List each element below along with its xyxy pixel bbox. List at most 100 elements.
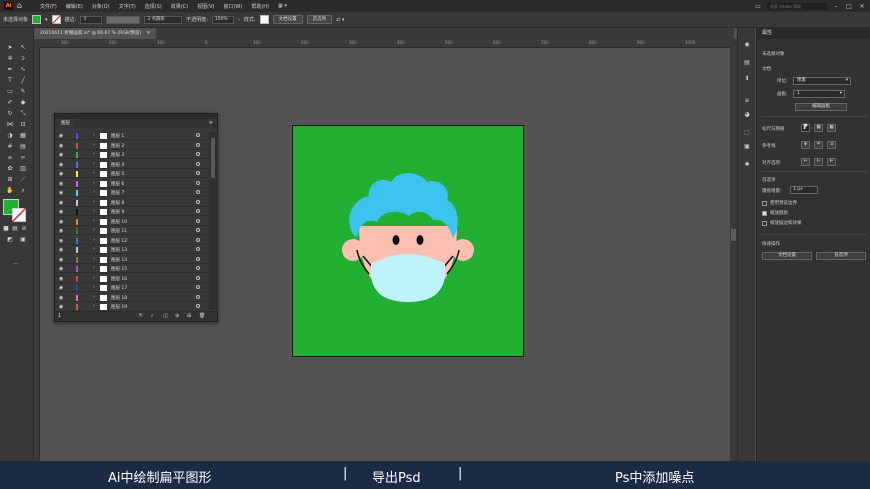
- layer-target-icon[interactable]: [196, 161, 200, 166]
- expand-arrow-icon[interactable]: ›: [93, 294, 95, 300]
- eye-icon[interactable]: ◉: [59, 181, 63, 187]
- brush-definition-dropdown[interactable]: 3 点圆形: [144, 15, 183, 24]
- expand-arrow-icon[interactable]: ›: [93, 161, 95, 167]
- expand-arrow-icon[interactable]: ›: [93, 170, 95, 176]
- clipping-mask-icon[interactable]: ◫: [163, 313, 168, 319]
- eye-icon[interactable]: ◉: [59, 304, 63, 310]
- layer-target-icon[interactable]: [196, 218, 200, 223]
- transparency-grid-icon[interactable]: ▩: [827, 124, 836, 132]
- layer-row[interactable]: ◉ › 图层 15: [55, 265, 209, 273]
- expand-arrow-icon[interactable]: ›: [93, 265, 95, 271]
- graphic-style-swatch[interactable]: [259, 15, 269, 24]
- eye-icon[interactable]: ◉: [59, 209, 63, 215]
- expand-arrow-icon[interactable]: ›: [93, 208, 95, 214]
- eye-icon[interactable]: ◉: [59, 162, 63, 168]
- gradient-tool-icon[interactable]: ▤: [17, 142, 29, 152]
- layer-row[interactable]: ◉ › 图层 12: [55, 237, 209, 245]
- expand-arrow-icon[interactable]: ›: [93, 303, 95, 309]
- menu-effect[interactable]: 效果(C): [171, 3, 188, 10]
- edit-artboards-button[interactable]: 编辑画板: [795, 103, 847, 111]
- none-mode-icon[interactable]: ⊘: [20, 224, 28, 234]
- quick-preferences-button[interactable]: 首选项: [816, 252, 866, 260]
- smart-guides-icon[interactable]: ⇲: [827, 141, 836, 149]
- layer-target-icon[interactable]: [196, 266, 200, 270]
- layer-row[interactable]: ◉ › 图层 10: [55, 218, 209, 226]
- eye-icon[interactable]: ◉: [59, 257, 63, 263]
- scale-strokes-effects-checkbox[interactable]: 缩放描边和效果: [762, 220, 802, 226]
- tab-layers[interactable]: 图层: [57, 119, 74, 128]
- menu-view[interactable]: 视图(V): [197, 3, 214, 10]
- layer-row[interactable]: ◉ › 图层 7: [55, 189, 209, 197]
- layer-target-icon[interactable]: [196, 190, 200, 194]
- artboard-dropdown[interactable]: 1 ▾: [793, 90, 845, 98]
- new-layer-icon[interactable]: ⊞: [187, 313, 191, 319]
- layer-row[interactable]: ◉ › 图层 17: [55, 284, 209, 292]
- layer-row[interactable]: ◉ › 图层 4: [55, 161, 209, 169]
- artboard[interactable]: [292, 125, 524, 357]
- expand-arrow-icon[interactable]: ›: [93, 180, 95, 186]
- panel-menu-icon[interactable]: ≡: [209, 120, 213, 126]
- show-guides-icon[interactable]: ⋕: [801, 141, 810, 149]
- zoom-tool-icon[interactable]: ⌕: [17, 186, 29, 196]
- perspective-grid-tool-icon[interactable]: ▦: [17, 131, 29, 141]
- layer-target-icon[interactable]: [196, 171, 200, 175]
- symbol-sprayer-tool-icon[interactable]: ✿: [4, 164, 16, 174]
- mesh-tool-icon[interactable]: #: [4, 142, 16, 152]
- rotate-tool-icon[interactable]: ↻: [4, 109, 16, 119]
- expand-arrow-icon[interactable]: ›: [93, 284, 95, 290]
- opacity-field[interactable]: 100%: [211, 15, 234, 24]
- artboards-panel-icon[interactable]: ⬚: [742, 128, 752, 137]
- variable-width-profile[interactable]: [106, 15, 141, 24]
- layer-row[interactable]: ◉ › 图层 11: [55, 227, 209, 235]
- layer-row[interactable]: ◉ › 图层 6: [55, 180, 209, 188]
- canvas-vertical-scrollbar[interactable]: [730, 39, 737, 461]
- appearance-panel-icon[interactable]: ✺: [742, 160, 752, 169]
- export-panel-icon[interactable]: ⬆: [742, 74, 752, 83]
- eraser-tool-icon[interactable]: ◆: [17, 98, 29, 108]
- expand-arrow-icon[interactable]: ›: [93, 218, 95, 224]
- close-tab-icon[interactable]: ✕: [147, 31, 151, 36]
- masked-boy-illustration[interactable]: [293, 126, 525, 358]
- eye-icon[interactable]: ◉: [59, 228, 63, 234]
- layer-scrollbar[interactable]: [209, 132, 218, 310]
- stroke-color-swatch[interactable]: [12, 208, 26, 222]
- layer-target-icon[interactable]: [196, 142, 200, 147]
- draw-mode-icon[interactable]: ◩: [4, 235, 16, 245]
- layer-target-icon[interactable]: [196, 152, 200, 156]
- chevron-right-icon[interactable]: ›: [238, 17, 240, 23]
- layer-row[interactable]: ◉ › 图层 13: [55, 246, 209, 254]
- snap-to-glyph-icon[interactable]: ⊫: [827, 158, 836, 166]
- workspace-switcher-icon[interactable]: ▦ ▾: [278, 3, 287, 9]
- expand-arrow-icon[interactable]: ›: [93, 256, 95, 262]
- document-tab[interactable]: 20210611 折腰画家.ai* @ 66.67 % (RGB/预览) ✕: [34, 28, 157, 39]
- scale-corners-checkbox[interactable]: 缩放圆角: [762, 210, 788, 216]
- gradient-mode-icon[interactable]: ▤: [11, 224, 19, 234]
- layer-target-icon[interactable]: [196, 133, 200, 137]
- layer-target-icon[interactable]: [196, 285, 200, 289]
- layer-target-icon[interactable]: [196, 294, 200, 299]
- quick-document-setup-button[interactable]: 文档设置: [762, 252, 812, 260]
- magic-wand-tool-icon[interactable]: ✲: [4, 54, 16, 64]
- scale-tool-icon[interactable]: ⤡: [17, 109, 29, 119]
- menu-file[interactable]: 文件(F): [40, 3, 57, 10]
- horizontal-ruler[interactable]: 300 200 100 0 100 200 300 400 500 600 70…: [40, 39, 730, 48]
- preferences-button[interactable]: 首选项: [306, 15, 333, 24]
- eye-icon[interactable]: ◉: [59, 143, 63, 149]
- shaper-tool-icon[interactable]: ✐: [4, 98, 16, 108]
- eye-icon[interactable]: ◉: [59, 247, 63, 253]
- show-grid-icon[interactable]: ▦: [814, 124, 823, 132]
- more-tools-icon[interactable]: ···: [10, 260, 22, 270]
- layer-target-icon[interactable]: [196, 237, 200, 242]
- layer-row[interactable]: ◉ › 图层 3: [55, 151, 209, 159]
- menu-object[interactable]: 对象(O): [92, 3, 110, 10]
- snap-to-point-icon[interactable]: ⊩: [814, 158, 823, 166]
- width-tool-icon[interactable]: ⋈: [4, 120, 16, 130]
- expand-arrow-icon[interactable]: ›: [93, 237, 95, 243]
- arrange-icon[interactable]: ⇄ ▾: [336, 17, 344, 23]
- expand-arrow-icon[interactable]: ›: [93, 275, 95, 281]
- expand-arrow-icon[interactable]: ›: [93, 227, 95, 233]
- layer-target-icon[interactable]: [196, 256, 200, 261]
- use-preview-bounds-checkbox[interactable]: 使用预览边界: [762, 200, 797, 206]
- show-rulers-icon[interactable]: ▛: [801, 124, 810, 132]
- layer-target-icon[interactable]: [196, 304, 200, 308]
